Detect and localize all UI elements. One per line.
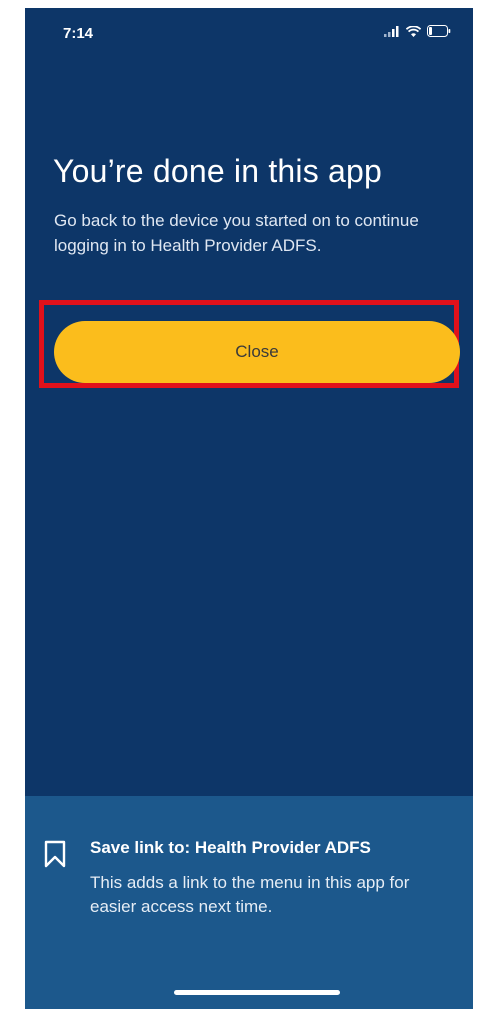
instruction-text: Go back to the device you started on to … [54, 211, 419, 255]
home-indicator[interactable] [174, 990, 340, 995]
close-button[interactable]: Close [54, 321, 460, 383]
wifi-icon [406, 25, 421, 37]
status-bar: 7:14 [25, 8, 473, 58]
bookmark-icon[interactable] [44, 840, 66, 873]
cellular-signal-icon [384, 25, 400, 37]
status-icons [384, 25, 451, 37]
page-title: You’re done in this app [53, 153, 383, 189]
save-link-panel[interactable]: Save link to: Health Provider ADFS This … [25, 796, 473, 1009]
status-time: 7:14 [63, 25, 94, 42]
save-link-title[interactable]: Save link to: Health Provider ADFS [90, 838, 371, 858]
save-link-description: This adds a link to the menu in this app… [90, 873, 410, 916]
battery-icon [427, 25, 451, 37]
phone-screen: 7:14 You’re done in this app Go back to … [25, 8, 473, 1009]
